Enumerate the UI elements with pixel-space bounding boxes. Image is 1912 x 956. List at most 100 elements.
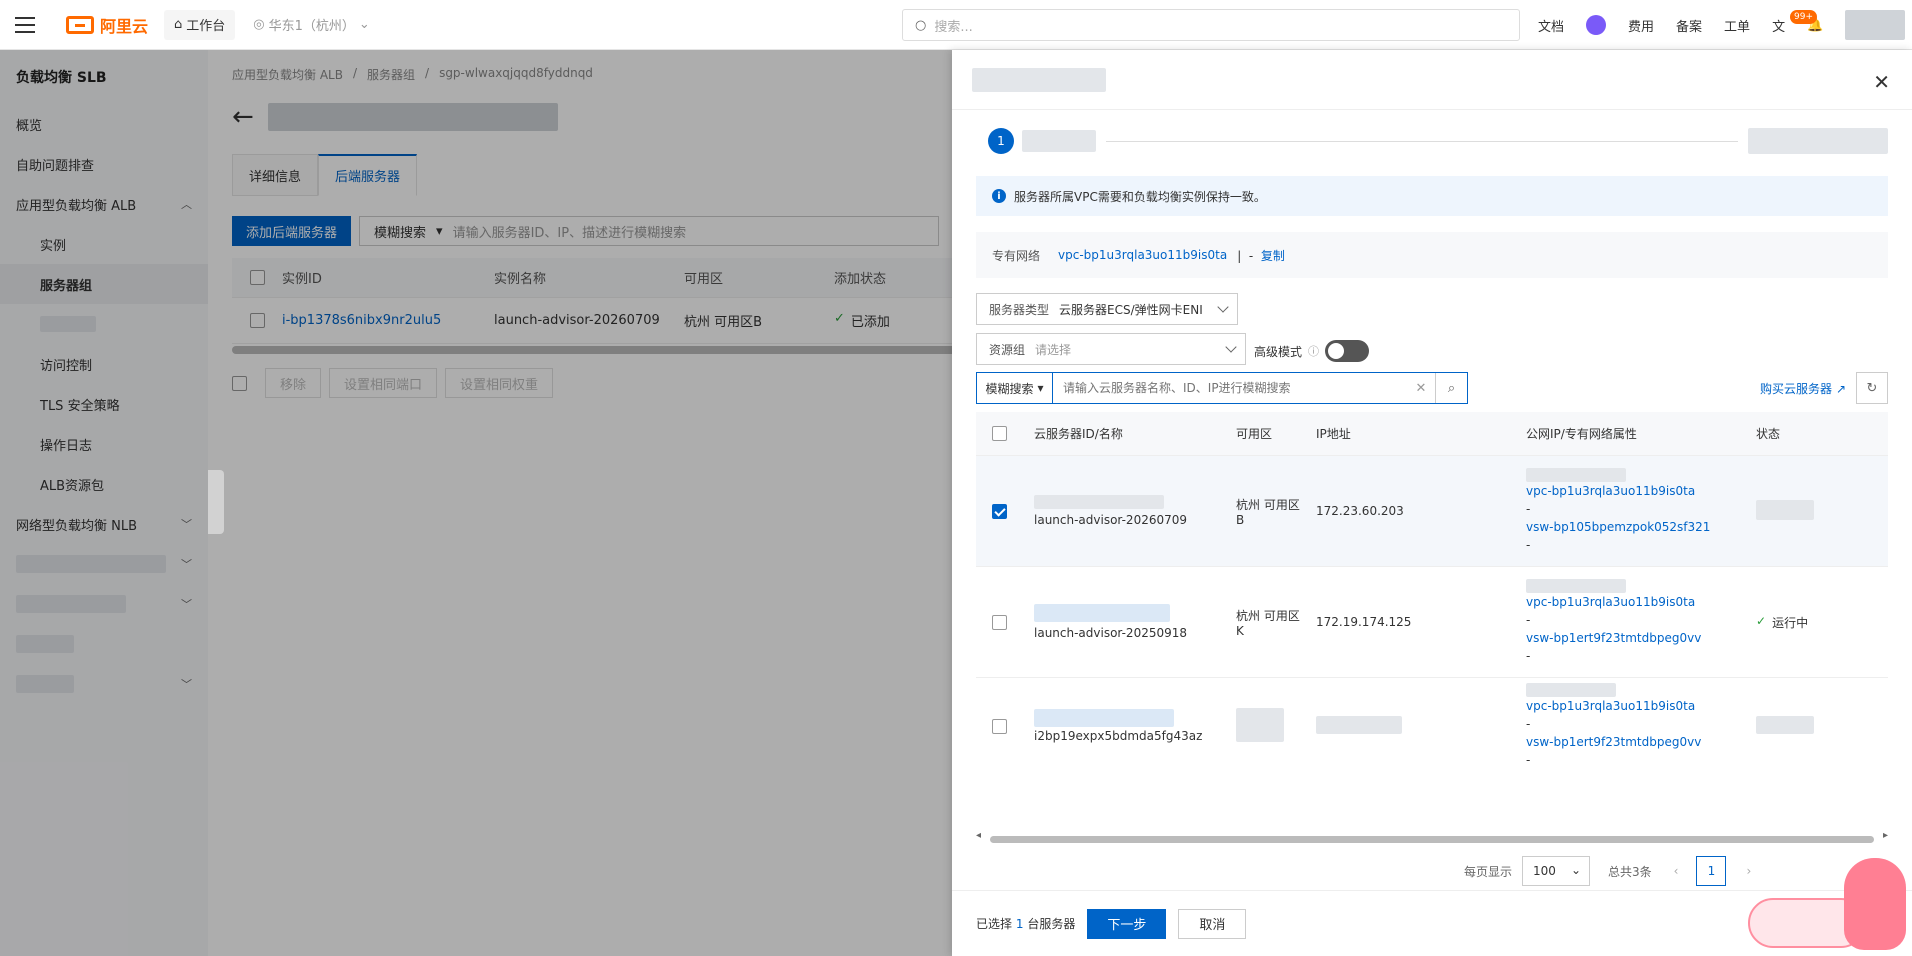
- server-ip: 172.23.60.203: [1316, 504, 1404, 518]
- mascot-icon: [1844, 858, 1906, 950]
- col-ip: IP地址: [1316, 427, 1351, 441]
- selected-summary: 已选择 1 台服务器: [976, 917, 1076, 931]
- check-icon: ✓: [1756, 613, 1767, 628]
- vpc-separator: | - 复制: [1237, 248, 1285, 263]
- table-horizontal-scrollbar[interactable]: ◂ ▸: [976, 830, 1888, 844]
- scroll-left-icon[interactable]: ◂: [976, 830, 981, 841]
- sidebar-collapse-handle[interactable]: [208, 470, 224, 534]
- blurred-server-id: [1034, 495, 1164, 509]
- vpc-notice: i 服务器所属VPC需要和负载均衡实例保持一致。: [976, 176, 1888, 216]
- server-status: 运行中: [1772, 615, 1809, 630]
- close-icon[interactable]: ✕: [1873, 70, 1890, 94]
- next-step-button[interactable]: 下一步: [1087, 908, 1167, 939]
- blurred-zone: [1236, 707, 1284, 742]
- floating-assistant-mascot[interactable]: [1748, 858, 1912, 956]
- copy-link[interactable]: 复制: [1261, 249, 1285, 263]
- vswitch-link[interactable]: vsw-bp1ert9f23tmtdbpeg0vv: [1526, 733, 1744, 751]
- blurred-server-id: [1034, 709, 1174, 727]
- row-checkbox[interactable]: [991, 718, 1007, 734]
- user-avatar[interactable]: [1845, 10, 1906, 40]
- workspace-label: 工作台: [186, 19, 226, 34]
- table-row[interactable]: i2bp19expx5bdmda5fg43az vpc-bp1u3rqla3uo…: [976, 678, 1888, 774]
- page-1-button[interactable]: 1: [1696, 856, 1727, 886]
- nav-icp[interactable]: 备案: [1676, 16, 1702, 35]
- vswitch-link[interactable]: vsw-bp105bpemzpok052sf321: [1526, 518, 1744, 536]
- server-type-select[interactable]: 服务器类型 云服务器ECS/弹性网卡ENI: [976, 293, 1238, 325]
- col-server-id: 云服务器ID/名称: [1034, 427, 1123, 441]
- blurred-status: [1756, 499, 1814, 520]
- blurred-ip: [1316, 715, 1402, 734]
- blurred-public-ip: [1526, 579, 1626, 593]
- region-selector[interactable]: ◎ 华东1（杭州） ⌄: [253, 15, 370, 34]
- info-icon: i: [992, 189, 1006, 203]
- col-network: 公网IP/专有网络属性: [1526, 426, 1637, 441]
- nav-docs[interactable]: 文档: [1538, 16, 1564, 35]
- dash: -: [1526, 613, 1531, 627]
- server-name: i2bp19expx5bdmda5fg43az: [1034, 729, 1203, 743]
- vpc-link[interactable]: vpc-bp1u3rqla3uo11b9is0ta: [1526, 482, 1744, 500]
- vpc-link[interactable]: vpc-bp1u3rqla3uo11b9is0ta: [1526, 697, 1744, 715]
- table-row[interactable]: launch-advisor-20250918 杭州 可用区K 172.19.1…: [976, 567, 1888, 678]
- global-search[interactable]: ○ 搜索...: [902, 9, 1520, 41]
- external-link-icon: ↗: [1836, 381, 1847, 396]
- region-label: 华东1（杭州）: [268, 19, 355, 34]
- resource-group-label: 资源组: [989, 342, 1026, 357]
- dash: -: [1526, 717, 1531, 731]
- server-name: launch-advisor-20260709: [1034, 513, 1188, 527]
- top-bar: 阿里云 ⌂ 工作台 ◎ 华东1（杭州） ⌄ ○ 搜索... 文档 费用 备案 工…: [0, 0, 1912, 50]
- server-ip: 172.19.174.125: [1316, 615, 1412, 629]
- nav-ticket[interactable]: 工单: [1724, 16, 1750, 35]
- per-page-value: 100: [1533, 864, 1556, 878]
- scroll-right-icon[interactable]: ▸: [1883, 830, 1888, 841]
- blurred-server-id: [1034, 604, 1170, 622]
- top-nav: 文档 费用 备案 工单 文 🔔: [1538, 0, 1906, 50]
- menu-icon[interactable]: [0, 0, 50, 50]
- language-icon[interactable]: 文: [1772, 16, 1785, 35]
- advanced-mode-toggle[interactable]: [1325, 340, 1370, 362]
- server-search-input[interactable]: [1053, 373, 1407, 403]
- prev-page-icon[interactable]: ‹: [1674, 864, 1679, 878]
- step-line: [1106, 140, 1738, 142]
- chevron-down-icon: [1217, 301, 1229, 313]
- ai-assistant-icon[interactable]: [1586, 15, 1607, 35]
- workspace-button[interactable]: ⌂ 工作台: [164, 9, 236, 40]
- search-icon: ○: [915, 17, 927, 33]
- pagination: 每页显示 100 ⌄ 总共3条 ‹ 1 ›: [1464, 856, 1751, 886]
- buy-server-link[interactable]: 购买云服务器 ↗: [1760, 380, 1846, 397]
- col-status: 状态: [1756, 427, 1781, 441]
- per-page-label: 每页显示: [1464, 864, 1513, 879]
- search-icon[interactable]: ⌕: [1435, 373, 1467, 403]
- notice-text: 服务器所属VPC需要和负载均衡实例保持一致。: [1014, 189, 1266, 204]
- cancel-button[interactable]: 取消: [1178, 908, 1247, 939]
- select-all-checkbox[interactable]: [991, 426, 1007, 441]
- dash: -: [1526, 649, 1531, 663]
- clear-icon[interactable]: ✕: [1407, 373, 1435, 403]
- dash: -: [1526, 538, 1531, 552]
- scroll-thumb[interactable]: [990, 836, 1874, 843]
- refresh-icon[interactable]: ↻: [1856, 372, 1888, 404]
- row-checkbox[interactable]: [991, 614, 1007, 630]
- server-type-label: 服务器类型: [989, 302, 1050, 317]
- search-mode-label: 模糊搜索: [985, 381, 1034, 396]
- table-row[interactable]: launch-advisor-20260709 杭州 可用区B 172.23.6…: [976, 456, 1888, 567]
- help-icon[interactable]: ⓘ: [1308, 343, 1319, 359]
- per-page-select[interactable]: 100 ⌄: [1522, 856, 1591, 886]
- search-placeholder: 搜索...: [934, 19, 973, 35]
- server-search-bar: 模糊搜索▾ ✕ ⌕: [976, 372, 1468, 404]
- blurred-public-ip: [1526, 468, 1626, 482]
- server-zone: 杭州 可用区K: [1236, 608, 1300, 638]
- table-header: 云服务器ID/名称 可用区 IP地址 公网IP/专有网络属性 状态: [976, 412, 1888, 456]
- vpc-link[interactable]: vpc-bp1u3rqla3uo11b9is0ta: [1526, 593, 1744, 611]
- step-number: 1: [988, 128, 1014, 154]
- modal-overlay[interactable]: [0, 50, 952, 956]
- search-mode-dropdown[interactable]: 模糊搜索 ▾: [977, 373, 1053, 403]
- row-checkbox[interactable]: [991, 503, 1007, 519]
- notification-badge: 99+: [1790, 10, 1817, 24]
- aliyun-logo[interactable]: 阿里云: [66, 13, 148, 37]
- location-icon: ◎: [253, 17, 265, 32]
- chevron-down-icon: [1225, 341, 1237, 353]
- resource-group-select[interactable]: 资源组 请选择: [976, 333, 1246, 365]
- nav-billing[interactable]: 费用: [1628, 16, 1654, 35]
- vpc-id[interactable]: vpc-bp1u3rqla3uo11b9is0ta: [1058, 248, 1227, 262]
- vswitch-link[interactable]: vsw-bp1ert9f23tmtdbpeg0vv: [1526, 629, 1744, 647]
